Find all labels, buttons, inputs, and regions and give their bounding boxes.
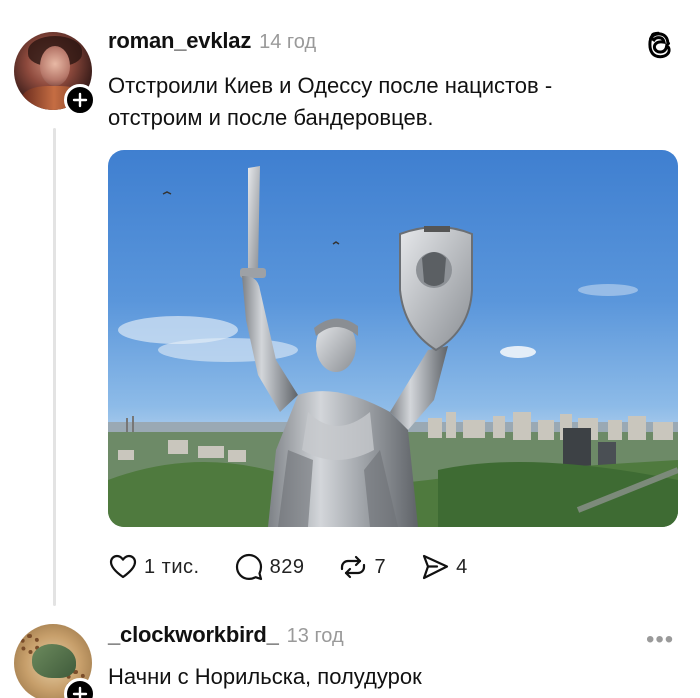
share-icon (422, 554, 449, 580)
like-button[interactable]: 1 тис. (108, 552, 200, 582)
reply: _clockworkbird_ 13 год ••• Начни с Норил… (0, 606, 700, 698)
timestamp: 13 год (286, 625, 344, 647)
share-button[interactable]: 4 (420, 552, 468, 582)
username[interactable]: _clockworkbird_ (108, 622, 279, 648)
more-icon[interactable]: ••• (646, 626, 674, 654)
threads-logo-icon[interactable] (645, 28, 679, 62)
repost-count: 7 (374, 555, 387, 578)
repost-icon (341, 555, 366, 579)
comment-button[interactable]: 829 (234, 552, 305, 582)
thread-line (53, 128, 56, 606)
share-count: 4 (456, 555, 468, 578)
heart-icon (109, 554, 137, 579)
plus-icon (72, 92, 88, 108)
post-image[interactable] (108, 150, 678, 527)
comment-icon (235, 553, 262, 581)
statue-photo (108, 166, 678, 527)
author-avatar-container[interactable] (14, 32, 96, 116)
repost-button[interactable]: 7 (338, 552, 386, 582)
post-header: roman_evklaz 14 год (108, 28, 316, 54)
comment-count: 829 (269, 555, 305, 578)
username[interactable]: roman_evklaz (108, 28, 251, 54)
follow-plus-button[interactable] (64, 84, 96, 116)
timestamp: 14 год (259, 31, 317, 53)
post-text-line-1: Отстроили Киев и Одессу после нацистов - (108, 73, 553, 98)
follow-plus-button[interactable] (64, 678, 96, 698)
post-actions: 1 тис. 829 7 4 (108, 552, 502, 582)
reply-avatar-container[interactable] (14, 624, 96, 698)
plus-icon (72, 686, 88, 698)
like-count: 1 тис. (144, 555, 200, 578)
reply-header: _clockworkbird_ 13 год (108, 622, 344, 648)
post-text-line-2: отстроим и после бандеровцев. (108, 105, 434, 130)
reply-text: Начни с Норильска, полудурок (108, 664, 422, 689)
post-text: Отстроили Киев и Одессу после нацистов -… (108, 70, 668, 134)
